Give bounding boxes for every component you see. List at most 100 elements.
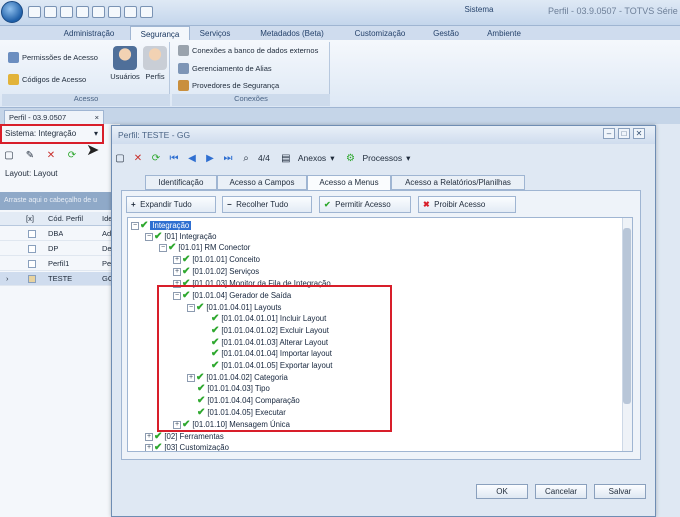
proibir-acesso-button[interactable]: ✖ Proibir Acesso — [418, 196, 516, 213]
minus-icon: − — [227, 200, 232, 209]
table-row[interactable]: › TESTE GG — [0, 272, 120, 286]
deny-icon: ✖ — [423, 200, 430, 209]
layout-icon[interactable] — [76, 6, 89, 18]
collapse-icon[interactable]: − — [131, 222, 139, 230]
tab-acesso-campos[interactable]: Acesso a Campos — [217, 175, 307, 190]
profile-icon — [143, 46, 167, 70]
tab-ambiente[interactable]: Ambiente — [474, 26, 534, 41]
check-icon[interactable]: ✔ — [182, 254, 190, 265]
image-icon[interactable] — [108, 6, 121, 18]
check-icon[interactable]: ✔ — [154, 231, 162, 242]
permitir-acesso-button[interactable]: ✔ Permitir Acesso — [319, 196, 411, 213]
highlight-box — [157, 285, 392, 432]
layout-selector[interactable]: Layout: Layout — [0, 165, 120, 183]
save-icon[interactable] — [44, 6, 57, 18]
check-icon[interactable]: ✔ — [182, 266, 190, 277]
expand-icon[interactable]: + — [145, 444, 153, 451]
expand-icon[interactable]: + — [173, 256, 181, 264]
row-checkbox[interactable] — [28, 245, 36, 253]
tree-node[interactable]: + ✔ [01.01.02] Serviços — [173, 266, 259, 278]
permissoes-acesso-button[interactable]: Permissões de Acesso — [8, 52, 98, 63]
refresh-icon[interactable]: ⟳ — [150, 152, 162, 164]
tab-administracao[interactable]: Administração — [48, 26, 130, 41]
binoculars-icon[interactable]: ⌕ — [240, 152, 252, 164]
check-icon[interactable]: ✔ — [140, 220, 148, 231]
cancel-button[interactable]: Cancelar — [535, 484, 587, 499]
expand-icon[interactable]: + — [173, 268, 181, 276]
codigos-acesso-button[interactable]: Códigos de Acesso — [8, 74, 86, 85]
table-row[interactable]: Perfil1 Pe — [0, 257, 120, 271]
tool-icon[interactable] — [92, 6, 105, 18]
attachment-icon: ▤ — [281, 152, 291, 164]
table-row[interactable]: DBA Ad — [0, 227, 120, 241]
previous-record-icon[interactable]: ◀ — [186, 152, 198, 164]
plus-icon: + — [131, 200, 136, 209]
tree-node[interactable]: − ✔ [01.01] RM Conector — [159, 242, 250, 254]
tab-metadados[interactable]: Metadados (Beta) — [244, 26, 340, 41]
provedores-seguranca-button[interactable]: Provedores de Segurança — [178, 80, 279, 91]
cell-code: Perfil1 — [48, 259, 70, 268]
edit-icon[interactable]: ✎ — [24, 149, 36, 161]
recolher-tudo-button[interactable]: − Recolher Tudo — [222, 196, 312, 213]
usuarios-button[interactable]: Usuários — [108, 46, 142, 81]
tab-identificacao[interactable]: Identificação — [145, 175, 217, 190]
last-record-icon[interactable]: ⏭ — [222, 152, 234, 164]
grid-header: [x] Cód. Perfil Ide — [0, 212, 120, 226]
col-cod-perfil[interactable]: Cód. Perfil — [48, 212, 83, 226]
tab-acesso-relatorios[interactable]: Acesso a Relatórios/Planilhas — [391, 175, 525, 190]
tab-seguranca[interactable]: Segurança — [130, 26, 190, 41]
save-button[interactable]: Salvar — [594, 484, 646, 499]
delete-icon[interactable]: ✕ — [45, 149, 57, 161]
window-icon[interactable] — [60, 6, 73, 18]
left-toolbar: ▢ ✎ ✕ ⟳ — [0, 146, 120, 164]
close-icon[interactable]: ✕ — [633, 128, 645, 139]
tab-servicos[interactable]: Serviços — [190, 26, 240, 41]
refresh-icon[interactable]: ⟳ — [66, 149, 78, 161]
app-menu-button[interactable] — [1, 1, 23, 23]
expand-icon[interactable]: + — [145, 433, 153, 441]
maximize-icon[interactable]: □ — [618, 128, 630, 139]
gerenciamento-alias-button[interactable]: Gerenciamento de Alias — [178, 63, 272, 74]
doc-tab-perfil[interactable]: Perfil - 03.9.0507 × — [4, 110, 104, 124]
row-checkbox[interactable] — [28, 260, 36, 268]
chevron-down-icon: ▾ — [406, 152, 411, 163]
tab-gestao[interactable]: Gestão — [420, 26, 472, 41]
collapse-icon[interactable]: − — [145, 233, 153, 241]
conexoes-banco-button[interactable]: Conexões a banco de dados externos — [178, 45, 318, 56]
sistema-group-header: Sistema — [464, 5, 494, 14]
tab-acesso-menus[interactable]: Acesso a Menus — [307, 175, 391, 191]
window-title: Perfil - 03.9.0507 - TOTVS Série — [548, 6, 678, 16]
first-record-icon[interactable]: ⏮ — [168, 152, 180, 164]
new-icon[interactable]: ▢ — [3, 149, 15, 161]
new-icon[interactable]: ▢ — [114, 152, 126, 164]
minimize-icon[interactable]: – — [603, 128, 615, 139]
perfis-button[interactable]: Perfis — [142, 46, 168, 81]
tree-node[interactable]: + ✔ [01.01.01] Conceito — [173, 254, 260, 266]
collapse-icon[interactable]: − — [159, 244, 167, 252]
link-icon[interactable] — [140, 6, 153, 18]
cell-id: Ad — [102, 229, 112, 238]
next-record-icon[interactable]: ▶ — [204, 152, 216, 164]
table-row[interactable]: DP De — [0, 242, 120, 256]
check-icon[interactable]: ✔ — [154, 431, 162, 442]
col-select[interactable]: [x] — [26, 212, 34, 226]
row-checkbox[interactable] — [28, 230, 36, 238]
delete-icon[interactable]: ✕ — [132, 152, 144, 164]
expandir-tudo-button[interactable]: + Expandir Tudo — [126, 196, 216, 213]
permissions-icon — [8, 52, 19, 63]
row-pointer-icon: › — [6, 274, 9, 283]
alias-icon — [178, 63, 189, 74]
refresh-icon[interactable] — [124, 6, 137, 18]
row-checkbox[interactable] — [28, 275, 36, 283]
new-icon[interactable] — [28, 6, 41, 18]
tree-node[interactable]: + ✔ [03] Customização — [145, 442, 229, 451]
check-icon[interactable]: ✔ — [154, 442, 162, 451]
anexos-menu[interactable]: Anexos — [298, 153, 326, 163]
cell-id: Pe — [102, 259, 112, 268]
check-icon[interactable]: ✔ — [168, 242, 176, 253]
tab-customizacao[interactable]: Customização — [344, 26, 416, 41]
tree-scrollbar-thumb[interactable] — [623, 228, 631, 404]
close-icon[interactable]: × — [95, 111, 99, 124]
processos-menu[interactable]: Processos — [362, 153, 402, 163]
ok-button[interactable]: OK — [476, 484, 528, 499]
